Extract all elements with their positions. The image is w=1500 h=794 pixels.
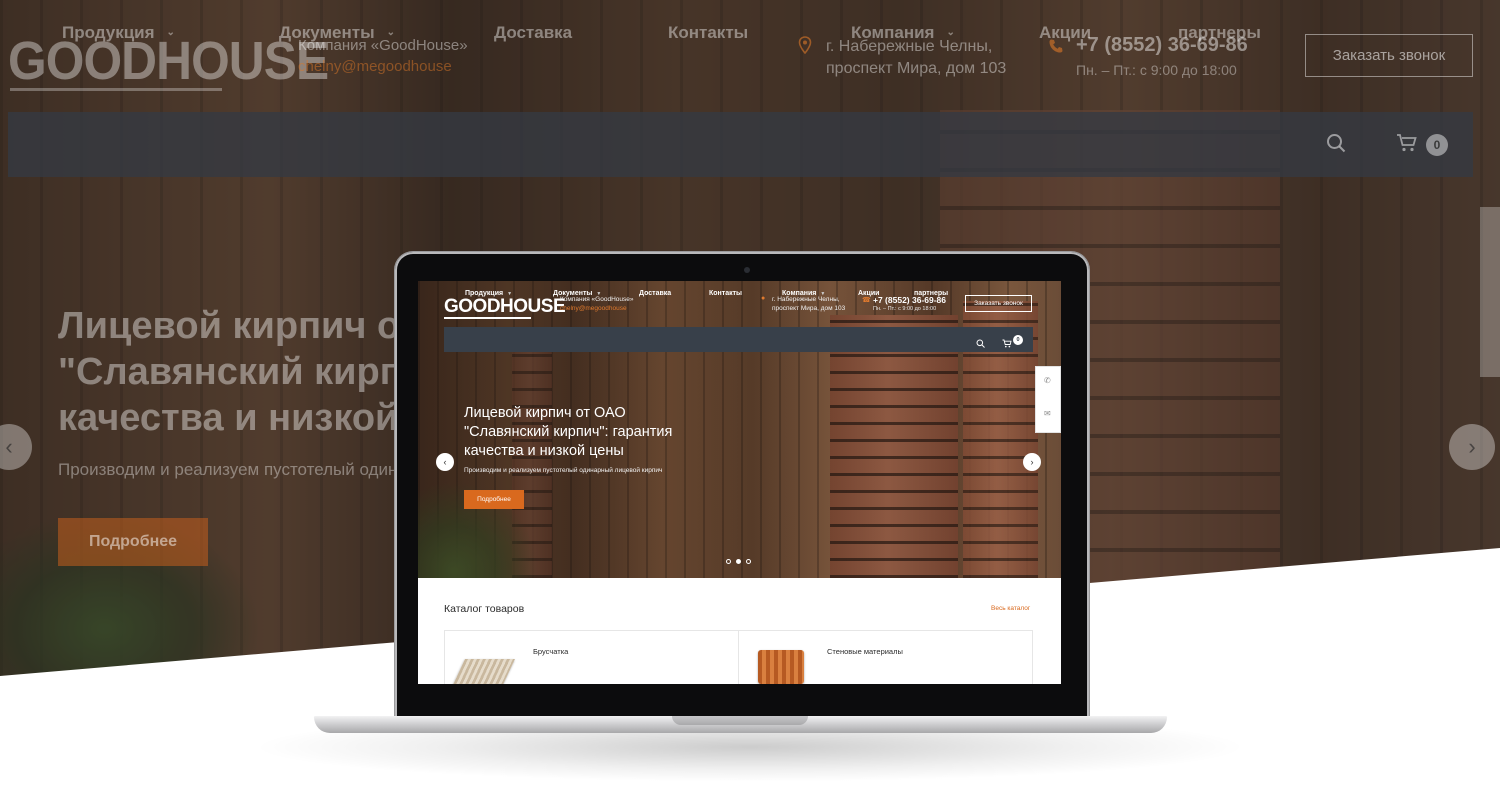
catalog-card-label[interactable]: Стеновые материалы [827, 647, 903, 656]
nav-item-company[interactable]: Компания ▼ [782, 281, 825, 306]
working-hours: Пн. – Пт.: с 9:00 до 18:00 [873, 306, 937, 312]
background-nav-documents: Документы ⌄ [279, 22, 395, 42]
cart-icon [1396, 133, 1418, 158]
background-hero-title: Лицевой кирпич от ОАО "Славянский кирпич… [58, 305, 418, 439]
background-side-tab [1480, 207, 1500, 377]
hero-subtitle: Производим и реализуем пустотелый одинар… [464, 467, 663, 474]
catalog-card-label[interactable]: Брусчатка [533, 647, 568, 656]
slider-dot[interactable] [726, 559, 731, 564]
chevron-left-icon: ‹ [443, 457, 447, 467]
hero-title: Лицевой кирпич от ОАО "Славянский кирпич… [464, 405, 673, 459]
background-callback-button: Заказать звонок [1305, 34, 1473, 77]
wall-block-image [758, 650, 804, 684]
nav-item-products[interactable]: Продукция ▼ [465, 281, 512, 306]
background-nav-contacts: Контакты [668, 22, 749, 42]
slider-next-button[interactable]: › [1023, 453, 1041, 471]
chevron-right-icon: › [1030, 457, 1034, 467]
search-icon [1326, 133, 1346, 158]
slider-prev-button[interactable]: ‹ [436, 453, 454, 471]
all-catalog-link[interactable]: Весь каталог [991, 605, 1030, 612]
background-nav-partners: партнеры [1178, 22, 1261, 42]
cart-count-badge: 0 [1013, 335, 1023, 345]
location-pin-icon: ● [761, 295, 766, 302]
background-cart-count: 0 [1426, 134, 1448, 156]
background-nav-bar [8, 112, 1473, 177]
chevron-down-icon: ⌄ [946, 27, 955, 38]
mail-icon[interactable]: ✉ [1044, 409, 1051, 418]
slider-dot-active[interactable] [736, 559, 741, 564]
nav-bar [444, 327, 1033, 352]
laptop-notch [672, 716, 808, 725]
email-link[interactable]: chelny@megoodhouse [560, 305, 627, 312]
callback-button[interactable]: Заказать звонок [965, 295, 1032, 312]
chevron-down-icon: ⌄ [386, 27, 395, 38]
background-header: GOODHOUSE Компания «GoodHouse» chelny@me… [0, 0, 1500, 112]
nav-item-delivery[interactable]: Доставка [639, 281, 671, 306]
phone-icon[interactable]: ✆ [1044, 376, 1051, 385]
nav-item-contacts[interactable]: Контакты [709, 281, 742, 306]
chevron-down-icon: ▼ [820, 290, 826, 297]
logo-underline [444, 317, 531, 319]
chevron-down-icon: ⌄ [166, 27, 175, 38]
laptop-camera [744, 267, 750, 273]
background-nav-promotions: Акции [1039, 22, 1092, 42]
cart-icon[interactable] [1002, 335, 1012, 353]
screen-hero: GOODHOUSE Компания «GoodHouse» chelny@me… [418, 281, 1061, 578]
slider-dots [726, 559, 751, 564]
nav-item-promotions[interactable]: Акции [858, 281, 879, 306]
laptop-screen: GOODHOUSE Компания «GoodHouse» chelny@me… [418, 281, 1061, 684]
background-logo-underline [10, 88, 222, 91]
background-nav-products: Продукция ⌄ [62, 22, 175, 42]
background-hero-button: Подробнее [58, 518, 208, 566]
chevron-down-icon: ▼ [507, 290, 513, 297]
chevron-right-icon: › [1449, 424, 1495, 470]
catalog-title: Каталог товаров [444, 603, 525, 615]
nav-item-partners[interactable]: партнеры [914, 281, 948, 306]
slider-dot[interactable] [746, 559, 751, 564]
search-icon[interactable] [976, 335, 985, 353]
background-hero-subtitle: Производим и реализуем пустотелый одинар… [58, 460, 398, 479]
location-pin-icon [798, 36, 812, 55]
chevron-down-icon: ▼ [596, 290, 602, 297]
hero-more-button[interactable]: Подробнее [464, 490, 524, 509]
background-nav-delivery: Доставка [494, 22, 573, 42]
background-nav-company: Компания ⌄ [851, 22, 955, 42]
nav-item-documents[interactable]: Документы ▼ [553, 281, 601, 306]
